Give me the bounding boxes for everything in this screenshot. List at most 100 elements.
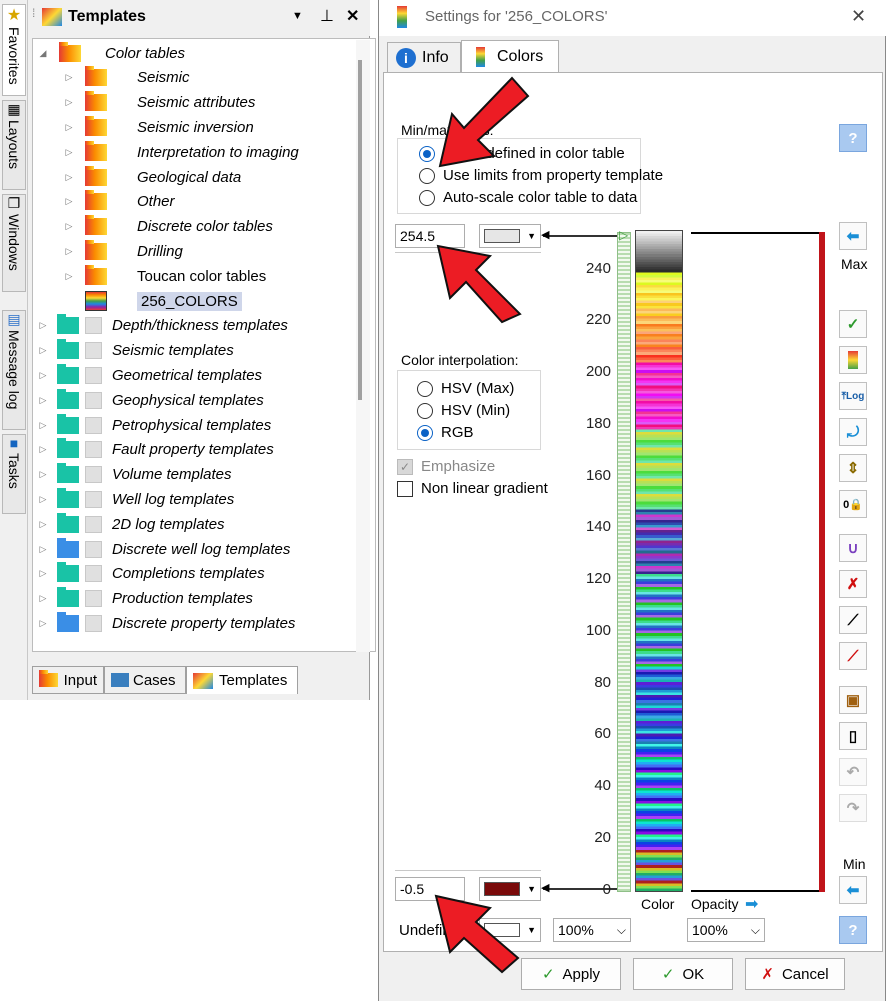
- side-tab-layouts[interactable]: ▦ Layouts: [2, 100, 26, 190]
- tree-item[interactable]: ▷ Drilling: [63, 239, 183, 263]
- tree-item[interactable]: ▷ Fault property templates: [37, 438, 274, 462]
- ok-button[interactable]: ✓ OK: [633, 958, 733, 990]
- tree-item[interactable]: ▷ 2D log templates: [37, 512, 225, 536]
- dropdown-icon[interactable]: ▼: [292, 10, 303, 22]
- radio-button[interactable]: [417, 380, 433, 397]
- side-tab-tasks[interactable]: ■ Tasks: [2, 434, 26, 514]
- color-table-strip[interactable]: [635, 230, 683, 892]
- tree-item[interactable]: ▷ Depth/thickness templates: [37, 314, 288, 338]
- tree-item[interactable]: ▷ Well log templates: [37, 487, 234, 511]
- max-value-input[interactable]: 254.5: [395, 224, 465, 248]
- tree-item[interactable]: ▷ Seismic inversion: [63, 115, 254, 139]
- radio-button[interactable]: [419, 167, 435, 184]
- checkbox[interactable]: [85, 490, 102, 508]
- undefined-color-dropdown[interactable]: ▼: [479, 918, 541, 942]
- tab-colors[interactable]: Colors: [461, 40, 559, 73]
- tree-item[interactable]: ▷ Other: [63, 190, 175, 214]
- side-tab-favorites[interactable]: ★ Favorites: [2, 4, 26, 96]
- zero-lock-icon[interactable]: 0🔒: [839, 490, 867, 518]
- tree-item[interactable]: ▷ Geological data: [63, 165, 241, 189]
- expand-icon[interactable]: ▷: [63, 97, 75, 108]
- tab-templates[interactable]: Templates: [186, 666, 298, 694]
- expand-icon[interactable]: ▷: [37, 370, 49, 381]
- tab-info[interactable]: i Info: [387, 42, 461, 73]
- tree-item[interactable]: ▷ Geophysical templates: [37, 388, 264, 412]
- side-tab-windows[interactable]: ❐ Windows: [2, 194, 26, 292]
- tab-cases[interactable]: Cases: [104, 666, 186, 694]
- opacity-panel[interactable]: [691, 232, 823, 892]
- scrollbar-thumb[interactable]: [358, 60, 362, 400]
- log-icon[interactable]: ⤒Log: [839, 382, 867, 410]
- min-arrow-button[interactable]: ⬅: [839, 876, 867, 904]
- tree-item[interactable]: ▷ Geometrical templates: [37, 363, 262, 387]
- nonlinear-checkbox[interactable]: Non linear gradient: [397, 480, 548, 497]
- checkbox[interactable]: [397, 480, 413, 497]
- expand-icon[interactable]: ▷: [37, 345, 49, 356]
- radio-button[interactable]: [419, 189, 435, 206]
- expand-icon[interactable]: ▷: [37, 618, 49, 629]
- slider-handle-icon[interactable]: ▷: [619, 228, 628, 242]
- checkbox[interactable]: [85, 441, 102, 459]
- expand-icon[interactable]: ▷: [37, 469, 49, 480]
- undo-icon[interactable]: ↶: [839, 758, 867, 786]
- tree-item[interactable]: ▷ Seismic templates: [37, 339, 234, 363]
- max-color-dropdown[interactable]: ▼: [479, 224, 541, 248]
- lock-scale-icon[interactable]: ⇕: [839, 454, 867, 482]
- checkbox[interactable]: [85, 540, 102, 558]
- checkbox[interactable]: [85, 416, 102, 434]
- help-button[interactable]: ?: [839, 124, 867, 152]
- undefined-opacity-select[interactable]: 100% ⌵: [553, 918, 631, 942]
- close-icon[interactable]: ✕: [851, 6, 866, 27]
- tree-item[interactable]: ▷ Discrete property templates: [37, 611, 295, 635]
- checkbox[interactable]: [85, 342, 102, 360]
- tree-item[interactable]: 256_COLORS: [63, 289, 242, 313]
- checkbox[interactable]: [85, 466, 102, 484]
- limits-option-template[interactable]: Use limits from property template: [419, 167, 663, 184]
- opacity-select[interactable]: 100% ⌵: [687, 918, 765, 942]
- close-icon[interactable]: ✕: [346, 6, 359, 26]
- color-bars-icon[interactable]: [839, 346, 867, 374]
- tree-item[interactable]: ▷ Discrete color tables: [63, 215, 273, 239]
- new-document-icon[interactable]: ▯: [839, 722, 867, 750]
- expand-icon[interactable]: ▷: [37, 593, 49, 604]
- interp-option-hsv-min[interactable]: HSV (Min): [417, 402, 510, 419]
- radio-button[interactable]: [417, 424, 433, 441]
- expand-icon[interactable]: ▷: [63, 246, 75, 257]
- expand-icon[interactable]: ▷: [63, 271, 75, 282]
- import-icon[interactable]: ▣: [839, 686, 867, 714]
- expand-icon[interactable]: ▷: [37, 568, 49, 579]
- max-arrow-button[interactable]: ⬅: [839, 222, 867, 250]
- expand-icon[interactable]: ▷: [37, 320, 49, 331]
- expand-icon[interactable]: ▷: [37, 420, 49, 431]
- tab-input[interactable]: Input: [32, 666, 104, 694]
- expand-icon[interactable]: ▷: [37, 519, 49, 530]
- tree-item[interactable]: ▷ Interpretation to imaging: [63, 140, 299, 164]
- expand-icon[interactable]: ▷: [63, 221, 75, 232]
- checkbox[interactable]: [85, 565, 102, 583]
- min-value-input[interactable]: -0.5: [395, 877, 465, 901]
- limits-option-autoscale[interactable]: Auto-scale color table to data: [419, 189, 637, 206]
- redo-icon[interactable]: ↷: [839, 794, 867, 822]
- expand-icon[interactable]: ▷: [63, 72, 75, 83]
- expand-icon[interactable]: ▷: [63, 196, 75, 207]
- tree-item[interactable]: ▷ Seismic attributes: [63, 91, 255, 115]
- radio-button[interactable]: [419, 145, 435, 162]
- arrow-right-icon[interactable]: ➡: [745, 894, 758, 914]
- radio-button[interactable]: [417, 402, 433, 419]
- help-button[interactable]: ?: [839, 916, 867, 944]
- limits-option-table[interactable]: Limits defined in color table: [419, 145, 625, 162]
- delete-icon[interactable]: ✗: [839, 570, 867, 598]
- checkbox[interactable]: [85, 590, 102, 608]
- interp-option-rgb[interactable]: RGB: [417, 424, 474, 441]
- cancel-button[interactable]: ✗ Cancel: [745, 958, 845, 990]
- checkbox[interactable]: [85, 391, 102, 409]
- expand-icon[interactable]: ▷: [63, 122, 75, 133]
- expanded-icon[interactable]: ◢: [37, 48, 49, 59]
- checkbox[interactable]: [85, 366, 102, 384]
- checkmark-icon[interactable]: ✓: [839, 310, 867, 338]
- checkbox[interactable]: [85, 515, 102, 533]
- tree-item[interactable]: ▷ Completions templates: [37, 562, 265, 586]
- grip-icon[interactable]: ⁞: [32, 6, 35, 20]
- tree-item[interactable]: ▷ Volume templates: [37, 463, 232, 487]
- expand-icon[interactable]: ▷: [63, 147, 75, 158]
